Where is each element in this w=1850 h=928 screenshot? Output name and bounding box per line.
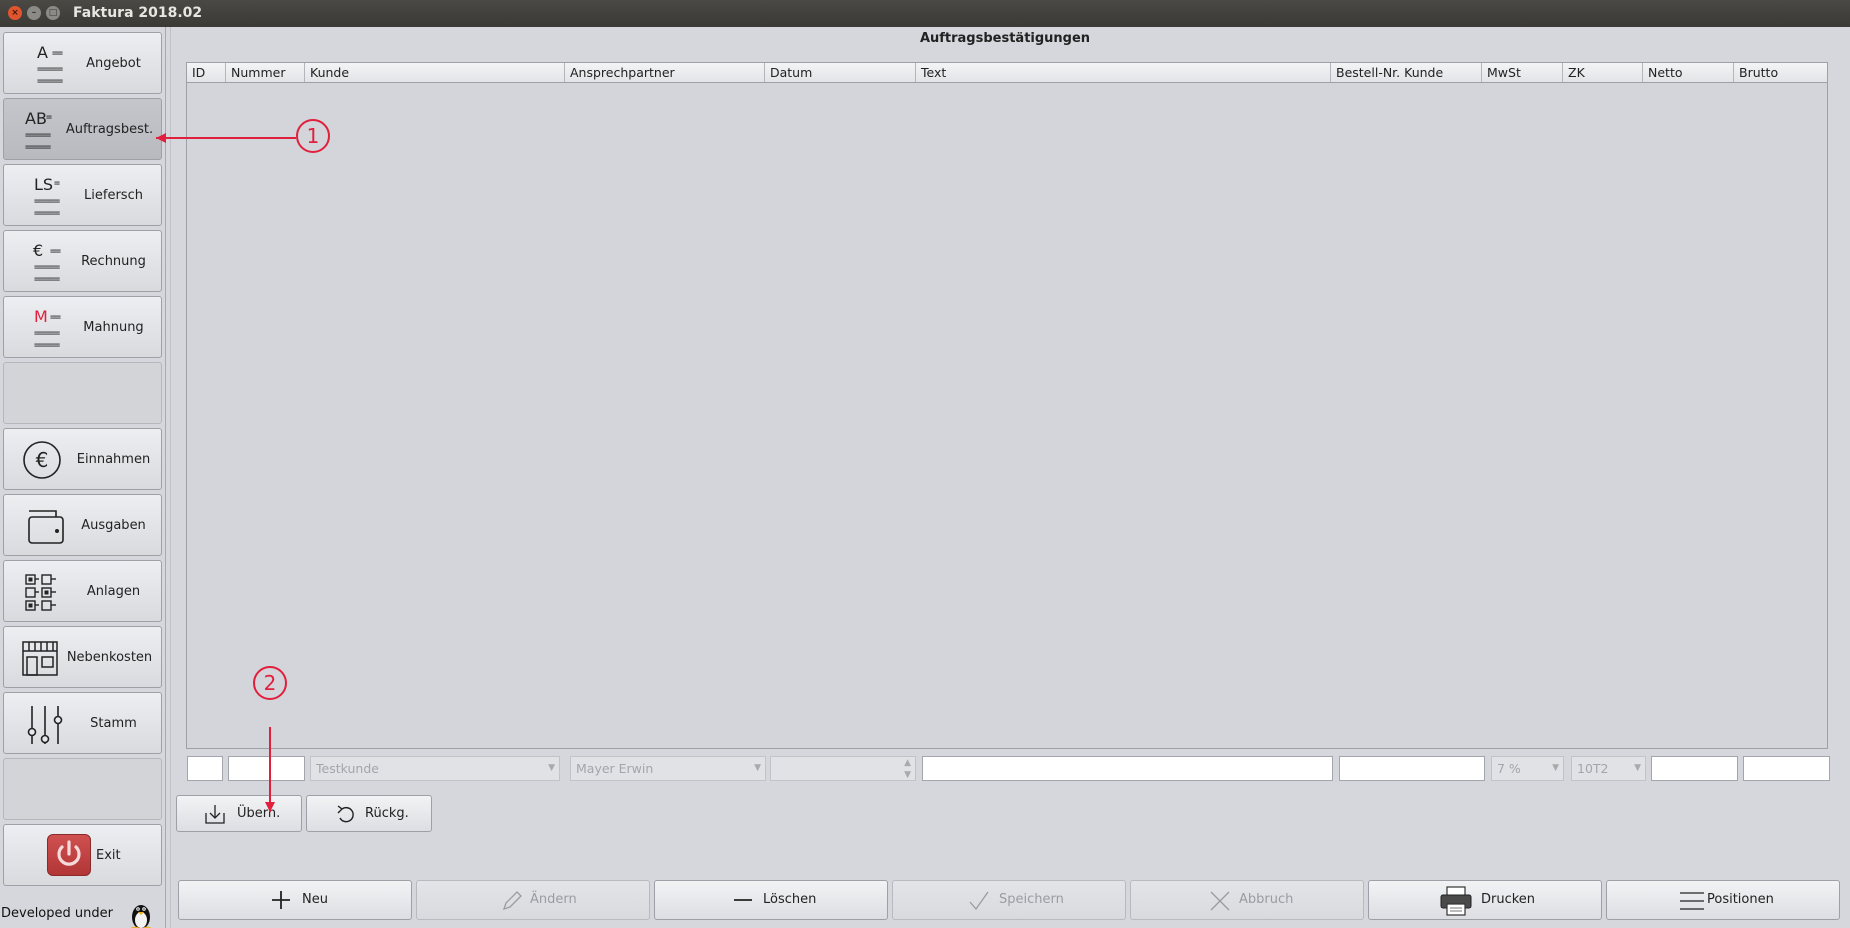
app-window: A == ===== ===== Angebot AB = ===== ====… bbox=[0, 27, 1850, 928]
annotation-marker-2: 2 bbox=[253, 666, 287, 700]
window-title: Faktura 2018.02 bbox=[73, 5, 203, 21]
window-close-button[interactable]: × bbox=[8, 6, 22, 20]
title-bar: × – □ Faktura 2018.02 bbox=[0, 0, 1850, 27]
annotation-arrows bbox=[156, 133, 296, 812]
window-minimize-button[interactable]: – bbox=[27, 6, 41, 20]
window-maximize-button[interactable]: □ bbox=[46, 6, 60, 20]
annotation-marker-1: 1 bbox=[296, 119, 330, 153]
